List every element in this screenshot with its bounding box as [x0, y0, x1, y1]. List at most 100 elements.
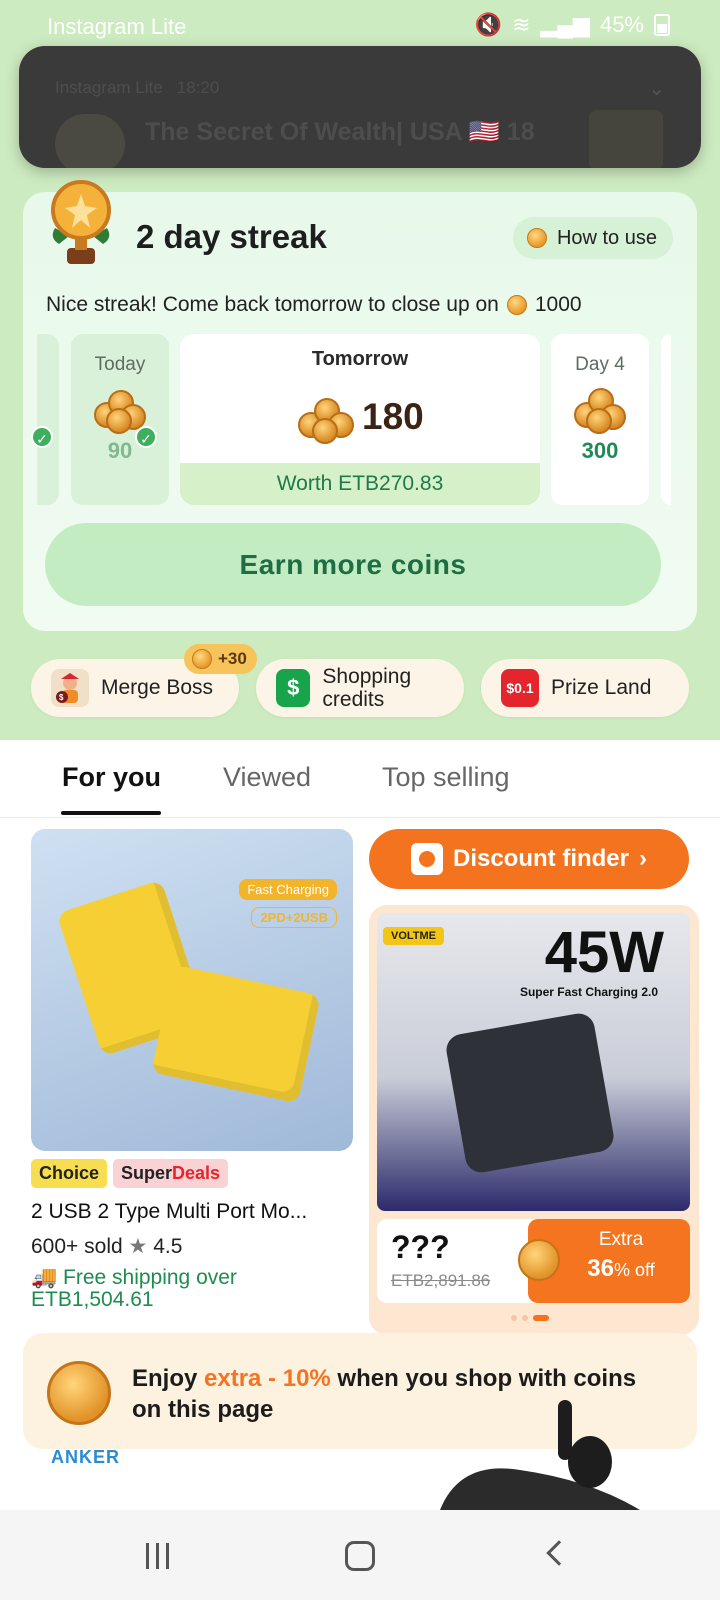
deal-wattage: 45W	[544, 920, 664, 985]
extra-percent-suffix: % off	[614, 1260, 655, 1280]
merge-boss-icon: $	[51, 669, 89, 707]
battery-icon	[654, 14, 670, 36]
badge-choice: Choice	[31, 1159, 108, 1188]
trophy-icon	[51, 180, 111, 264]
tab-top-selling[interactable]: Top selling	[382, 762, 510, 793]
status-app-name: Instagram Lite	[47, 14, 187, 39]
prize-land-label: Prize Land	[551, 676, 652, 699]
extra-discount-badge: Extra 36% off	[518, 1219, 690, 1303]
discount-finder-button[interactable]: Discount finder ›	[369, 829, 689, 889]
ports-badge: 2PD+2USB	[251, 907, 337, 928]
day-tile-today: Today ✓ 90	[71, 334, 169, 505]
day-label-tomorrow: Tomorrow	[311, 348, 409, 370]
how-to-use-button[interactable]: How to use	[512, 217, 673, 259]
badge-super-text: Super	[121, 1163, 173, 1183]
signal-icon: ▂▄▆	[540, 12, 590, 37]
coins-stack-icon	[572, 380, 628, 434]
wifi-icon: ≋	[512, 12, 531, 37]
product-sold: 600+ sold ★ 4.5	[31, 1234, 353, 1259]
charger-image	[151, 964, 321, 1104]
extra-label: Extra	[598, 1229, 644, 1250]
shopping-bag-icon	[410, 843, 443, 875]
star-icon: ★	[128, 1235, 148, 1258]
fast-charging-badge: Fast Charging	[239, 879, 337, 900]
streak-message: Nice streak! Come back tomorrow to close…	[46, 293, 582, 317]
tab-viewed[interactable]: Viewed	[223, 762, 311, 793]
day-value-tomorrow: 180	[362, 396, 424, 437]
shipping-text: Free shipping over ETB1,504.61	[31, 1266, 237, 1311]
notification-avatar	[55, 114, 125, 168]
day-value-day4: 300	[581, 438, 619, 463]
notification-app: Instagram Lite	[55, 78, 163, 97]
streak-card: 2 day streak How to use Nice streak! Com…	[23, 180, 697, 631]
battery-percent: 45%	[599, 12, 644, 37]
coin-icon	[526, 228, 547, 248]
product-image[interactable]: Fast Charging 2PD+2USB	[31, 829, 353, 1151]
carousel-dots	[511, 1315, 549, 1321]
deal-image[interactable]: VOLTME 45W Super Fast Charging 2.0	[377, 913, 690, 1211]
tomorrow-worth: Worth ETB270.83	[180, 463, 540, 505]
recent-apps-button[interactable]	[146, 1543, 169, 1569]
tab-for-you[interactable]: For you	[62, 762, 161, 793]
shopping-credits-button[interactable]: $ Shopping credits	[256, 659, 464, 717]
notification-title: The Secret Of Wealth| USA 🇺🇸 18	[145, 118, 535, 146]
discount-finder-label: Discount finder	[452, 845, 629, 872]
notification-banner[interactable]: Instagram Lite 18:20 The Secret Of Wealt…	[19, 46, 701, 168]
earn-more-coins-button[interactable]: Earn more coins	[45, 523, 661, 606]
product-badges: Choice SuperDeals	[31, 1159, 353, 1188]
badge-superdeals: SuperDeals	[113, 1159, 229, 1188]
earbuds-image	[440, 1400, 640, 1510]
shopping-credits-label: Shopping credits	[322, 665, 412, 711]
notification-header: Instagram Lite 18:20	[55, 78, 219, 98]
brand-badge: VOLTME	[383, 927, 445, 945]
day-label-day4: Day 4	[575, 354, 625, 375]
carousel-dot-active	[533, 1315, 549, 1321]
deal-card-voltme[interactable]: VOLTME 45W Super Fast Charging 2.0 ??? E…	[369, 905, 699, 1335]
notification-thumbnail	[589, 110, 663, 168]
streak-target: 1000	[534, 293, 582, 316]
gift-icon: $0.1	[501, 669, 539, 707]
back-button[interactable]	[546, 1540, 572, 1566]
merge-bonus-badge: +30	[184, 644, 257, 674]
day-label-today: Today	[94, 354, 146, 375]
day-tile-tomorrow: Tomorrow 180 Worth ETB270.83	[180, 334, 540, 505]
system-nav-bar	[0, 1510, 720, 1600]
deal-price-box: ??? ETB2,891.86 Extra 36% off	[377, 1219, 690, 1303]
promo-highlight: extra - 10%	[204, 1365, 331, 1392]
product-card-charger[interactable]: Fast Charging 2PD+2USB Choice SuperDeals…	[31, 829, 353, 1311]
notification-time: 18:20	[176, 78, 220, 97]
mute-icon: 🔇	[474, 12, 503, 37]
home-button[interactable]	[345, 1541, 375, 1571]
coin-icon	[192, 649, 212, 669]
how-to-use-label: How to use	[556, 227, 657, 249]
deal-subtitle: Super Fast Charging 2.0	[519, 985, 658, 999]
hidden-price: ???	[391, 1229, 450, 1265]
feed-tabs: For you Viewed Top selling	[0, 740, 720, 818]
carousel-dot	[511, 1315, 517, 1321]
coin-icon	[506, 295, 527, 315]
dollar-bill-icon: $	[276, 669, 311, 707]
charger-image	[443, 1011, 617, 1175]
shipping-info: 🚚 Free shipping over ETB1,504.61	[31, 1267, 353, 1311]
sold-count: 600+ sold	[31, 1235, 123, 1258]
chevron-right-icon: ›	[639, 845, 647, 872]
day-tile-day4: Day 4 300	[551, 334, 649, 505]
prize-land-button[interactable]: $0.1 Prize Land	[481, 659, 689, 717]
check-icon: ✓	[31, 426, 53, 448]
streak-message-text: Nice streak! Come back tomorrow to close…	[46, 293, 499, 316]
coins-stack-icon	[296, 390, 358, 446]
product-title[interactable]: 2 USB 2 Type Multi Port Mo...	[31, 1200, 353, 1224]
status-icons: 🔇 ≋ ▂▄▆ 45%	[475, 12, 670, 38]
chevron-down-icon[interactable]: ⌄	[648, 76, 665, 101]
rating-value: 4.5	[153, 1235, 183, 1258]
original-price: ETB2,891.86	[391, 1271, 491, 1290]
coin-icon	[518, 1239, 560, 1281]
merge-boss-label: Merge Boss	[101, 676, 214, 699]
extra-percent-value: 36	[587, 1255, 614, 1282]
day-tile-previous: ✓	[31, 334, 59, 505]
coin-icon	[47, 1361, 111, 1425]
tab-indicator	[61, 811, 161, 815]
streak-title: 2 day streak	[136, 218, 327, 255]
promo-prefix: Enjoy	[132, 1365, 205, 1392]
extra-percent: 36% off	[552, 1255, 690, 1283]
